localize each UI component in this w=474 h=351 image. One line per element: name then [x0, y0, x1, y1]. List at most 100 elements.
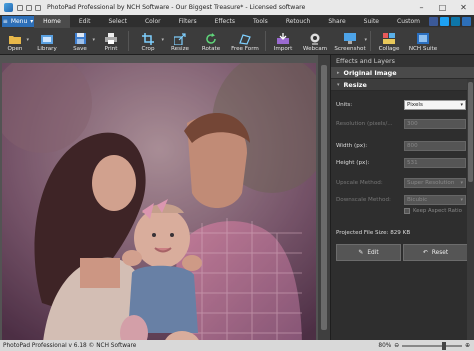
webcam-button[interactable]: Webcam [298, 29, 332, 54]
canvas-scroll-thumb[interactable] [321, 65, 327, 330]
free-form-label: Free Form [231, 46, 259, 52]
help-icon[interactable] [462, 16, 471, 26]
tab-home[interactable]: Home [34, 14, 70, 28]
library-label: Library [37, 46, 57, 52]
original-image-label: Original Image [343, 68, 397, 77]
zoom-slider-knob[interactable] [442, 341, 447, 350]
folder-icon [9, 33, 21, 44]
close-button[interactable]: ✕ [453, 0, 474, 15]
collage-button[interactable]: Collage [373, 29, 405, 54]
width-value: 800 [407, 143, 418, 149]
downscale-value: Bicubic [407, 197, 428, 203]
nch-suite-label: NCH Suite [408, 46, 438, 52]
edit-icon: ✎ [358, 249, 364, 256]
status-bar: PhotoPad Professional v 6.18 © NCH Softw… [0, 340, 474, 351]
reset-button[interactable]: ↶ Reset [403, 244, 468, 261]
maximize-button[interactable]: □ [432, 0, 453, 15]
linkedin-icon[interactable] [451, 16, 460, 26]
canvas-vertical-scrollbar[interactable] [318, 55, 330, 340]
zoom-slider[interactable] [402, 341, 463, 350]
menu-bar: ≡ Menu ▾ Home Edit Select Color Filters … [0, 14, 474, 28]
edit-label: Edit [367, 249, 379, 256]
tab-select[interactable]: Select [99, 15, 136, 28]
photo-canvas[interactable] [2, 63, 316, 351]
upscale-value: Super Resolution [407, 180, 455, 186]
tab-retouch[interactable]: Retouch [277, 15, 320, 28]
height-input[interactable]: 531 [404, 158, 466, 168]
effects-panel: Effects and Layers ▸ Original Image ▾ Re… [330, 55, 474, 340]
chevron-down-icon: ▾ [26, 37, 29, 43]
height-label: Height (px): [336, 160, 370, 166]
edit-button[interactable]: ✎ Edit [336, 244, 401, 261]
zoom-out-icon[interactable]: ⊖ [394, 343, 399, 349]
menu-button[interactable]: ≡ Menu ▾ [2, 15, 35, 27]
import-button[interactable]: Import [268, 29, 298, 54]
tab-effects[interactable]: Effects [206, 15, 244, 28]
app-icon [4, 3, 13, 12]
quick-save-icon[interactable] [17, 4, 23, 11]
keep-aspect-label: Keep Aspect Ratio [413, 208, 462, 214]
projected-file-size: Projected File Size: 829 KB [336, 230, 411, 236]
resize-button[interactable]: Resize [165, 29, 195, 54]
upscale-row: Upscale Method: Super Resolution ▾ [336, 178, 470, 188]
toolbar: Open ▾ Library Save ▾ Print Crop ▾ Resiz… [0, 28, 474, 55]
resolution-input[interactable]: 300 [404, 119, 466, 129]
print-label: Print [104, 46, 118, 52]
crop-label: Crop [141, 46, 155, 52]
keep-aspect-ratio-checkbox[interactable]: Keep Aspect Ratio [404, 208, 462, 214]
hamburger-icon: ≡ [2, 17, 8, 25]
rotate-button[interactable]: Rotate [195, 29, 227, 54]
crop-button[interactable]: Crop ▾ [131, 29, 165, 54]
panel-scrollbar[interactable] [467, 79, 474, 340]
library-button[interactable]: Library [30, 29, 64, 54]
open-label: Open [7, 46, 23, 52]
undo-icon[interactable] [26, 4, 32, 11]
zoom-in-icon[interactable]: ⊕ [465, 343, 470, 349]
print-icon [105, 33, 117, 44]
upscale-label: Upscale Method: [336, 180, 383, 186]
app-window: PhotoPad Professional by NCH Software - … [0, 0, 474, 351]
print-button[interactable]: Print [96, 29, 126, 54]
nch-suite-button[interactable]: NCH Suite [405, 29, 441, 54]
resize-label: Resize [171, 46, 189, 52]
title-bar: PhotoPad Professional by NCH Software - … [0, 0, 474, 15]
panel-scroll-thumb[interactable] [468, 82, 473, 182]
width-input[interactable]: 800 [404, 141, 466, 151]
downscale-label: Downscale Method: [336, 197, 391, 203]
screenshot-button[interactable]: Screenshot ▾ [332, 29, 368, 54]
collage-label: Collage [378, 46, 400, 52]
save-button[interactable]: Save ▾ [64, 29, 96, 54]
collage-icon [383, 33, 395, 44]
chevron-down-icon: ▾ [364, 37, 367, 43]
chevron-down-icon: ▾ [337, 81, 340, 88]
downscale-select[interactable]: Bicubic ▾ [404, 195, 466, 205]
tab-color[interactable]: Color [136, 15, 170, 28]
reset-icon: ↶ [422, 249, 428, 256]
tab-custom[interactable]: Custom [388, 15, 429, 28]
screenshot-label: Screenshot [334, 46, 366, 52]
open-button[interactable]: Open ▾ [0, 29, 30, 54]
resize-section[interactable]: ▾ Resize [331, 79, 474, 91]
chevron-down-icon: ▾ [460, 102, 463, 108]
status-text: PhotoPad Professional v 6.18 © NCH Softw… [3, 342, 137, 349]
save-icon [74, 33, 86, 44]
redo-icon[interactable] [35, 4, 41, 11]
canvas-area[interactable] [0, 55, 330, 351]
free-form-button[interactable]: Free Form [227, 29, 263, 54]
tab-tools[interactable]: Tools [244, 15, 277, 28]
save-label: Save [73, 46, 87, 52]
original-image-section[interactable]: ▸ Original Image [331, 67, 474, 79]
tab-suite[interactable]: Suite [355, 15, 388, 28]
twitter-icon[interactable] [440, 16, 449, 26]
units-label: Units: [336, 102, 353, 108]
free-form-icon [239, 33, 251, 45]
tab-share[interactable]: Share [319, 15, 354, 28]
upscale-select[interactable]: Super Resolution ▾ [404, 178, 466, 188]
tab-filters[interactable]: Filters [170, 15, 206, 28]
minimize-button[interactable]: – [411, 0, 432, 15]
menu-label: Menu [10, 17, 28, 25]
units-select[interactable]: Pixels ▾ [404, 100, 466, 110]
tab-edit[interactable]: Edit [70, 15, 100, 28]
rotate-label: Rotate [201, 46, 221, 52]
facebook-icon[interactable] [429, 16, 438, 26]
